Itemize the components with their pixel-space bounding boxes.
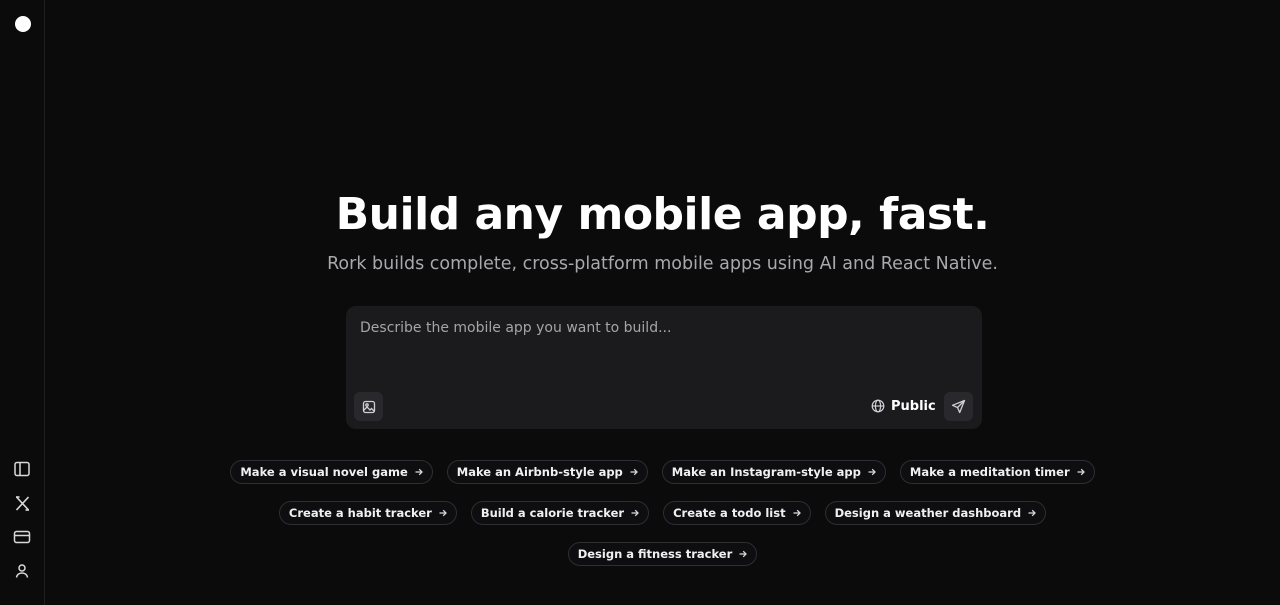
attach-image-button[interactable] [354,392,383,421]
suggestion-chip[interactable]: Make an Instagram-style app [661,460,886,484]
arrow-right-icon [438,508,448,518]
chip-label: Create a habit tracker [288,506,432,520]
globe-icon [871,399,885,413]
suggestion-chips: Make a visual novel game Make an Airbnb-… [45,460,1280,583]
send-icon [951,399,966,414]
arrow-right-icon [629,467,639,477]
visibility-label: Public [891,398,936,414]
arrow-right-icon [414,467,424,477]
chip-label: Design a fitness tracker [577,547,733,561]
hero-title: Build any mobile app, fast. [335,189,990,240]
suggestion-chip[interactable]: Create a todo list [663,501,811,525]
arrow-right-icon [630,508,640,518]
arrow-right-icon [1076,467,1086,477]
suggestion-chip[interactable]: Design a fitness tracker [567,542,758,566]
suggestion-row: Design a fitness tracker [45,542,1280,568]
chip-label: Make an Instagram-style app [671,465,861,479]
suggestion-chip[interactable]: Design a weather dashboard [824,501,1047,525]
suggestion-row: Make a visual novel game Make an Airbnb-… [45,460,1280,486]
visibility-toggle-button[interactable]: Public [871,394,936,418]
suggestion-row: Create a habit tracker Build a calorie t… [45,501,1280,527]
image-icon [362,400,375,413]
arrow-right-icon [738,549,748,559]
sidebar [0,0,45,605]
main-content: Build any mobile app, fast. Rork builds … [45,0,1280,605]
arrow-right-icon [792,508,802,518]
prompt-box: Public [346,306,982,429]
x-twitter-icon[interactable] [12,493,32,513]
suggestion-chip[interactable]: Create a habit tracker [278,501,457,525]
sidebar-toggle-icon[interactable] [12,459,32,479]
logo[interactable] [15,16,31,32]
chip-label: Make an Airbnb-style app [456,465,623,479]
prompt-input[interactable] [360,318,960,358]
suggestion-chip[interactable]: Make a meditation timer [899,460,1095,484]
user-icon[interactable] [12,561,32,581]
suggestion-chip[interactable]: Make an Airbnb-style app [446,460,648,484]
app-root: Build any mobile app, fast. Rork builds … [0,0,1280,605]
suggestion-chip[interactable]: Make a visual novel game [230,460,433,484]
hero-subtitle: Rork builds complete, cross-platform mob… [327,254,998,274]
chip-label: Make a meditation timer [909,465,1070,479]
chip-label: Create a todo list [673,506,786,520]
send-button[interactable] [944,392,973,421]
arrow-right-icon [867,467,877,477]
arrow-right-icon [1027,508,1037,518]
credit-card-icon[interactable] [12,527,32,547]
chip-label: Design a weather dashboard [834,506,1022,520]
chip-label: Build a calorie tracker [480,506,625,520]
chip-label: Make a visual novel game [240,465,408,479]
suggestion-chip[interactable]: Build a calorie tracker [470,501,650,525]
